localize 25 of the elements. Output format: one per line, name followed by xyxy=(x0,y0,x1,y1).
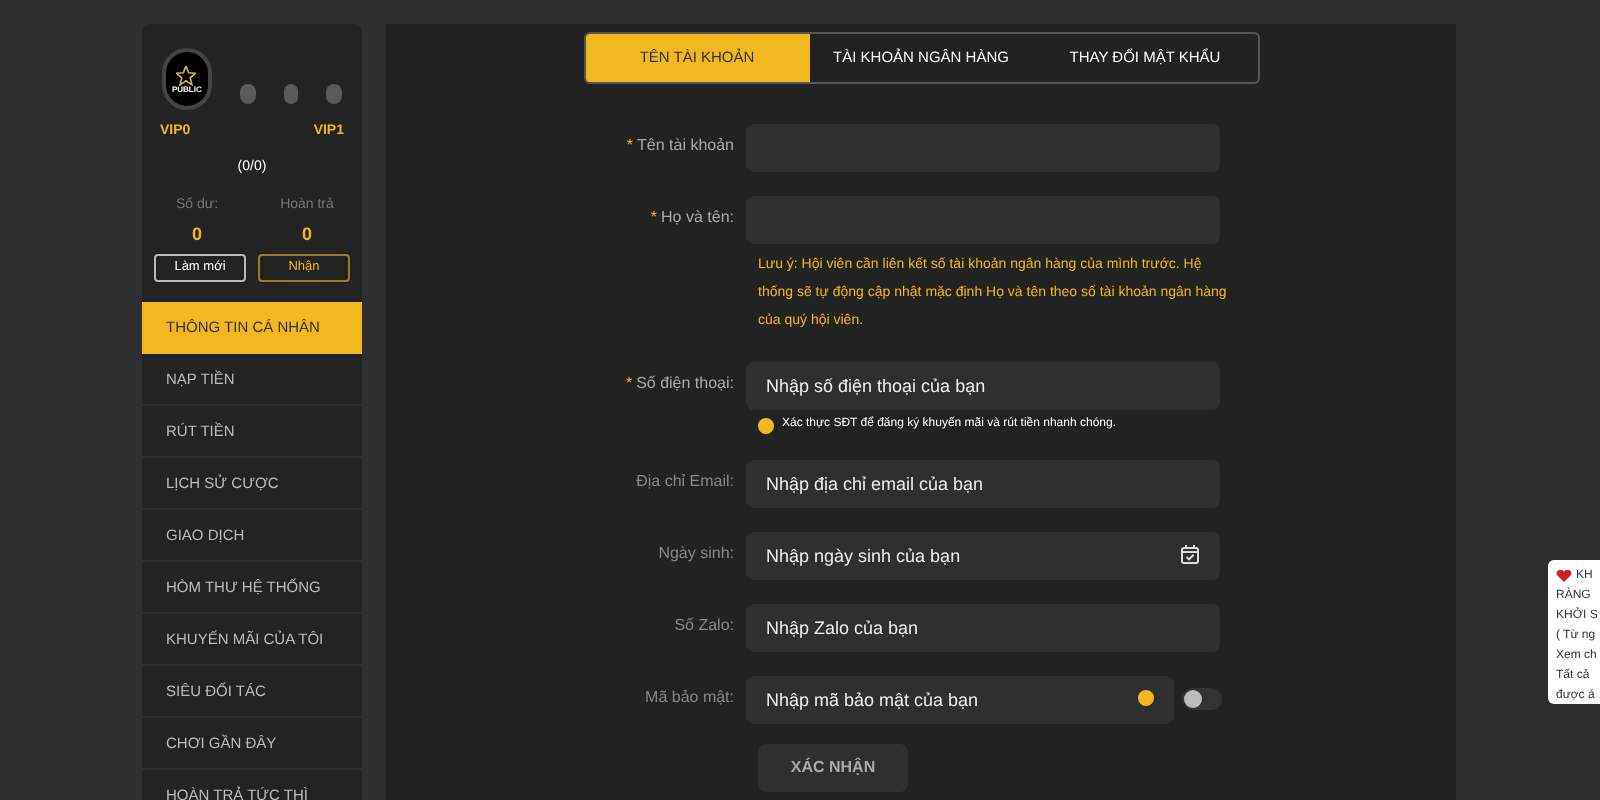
balance-value: 0 xyxy=(301,221,312,247)
label-text: Số Zalo: xyxy=(674,616,734,634)
submit-button[interactable]: XÁC NHẬN xyxy=(758,744,908,792)
label-text: Địa chỉ Email: xyxy=(636,472,734,490)
status-icon xyxy=(326,83,342,103)
input-field[interactable]: Nhập ngày sinh của bạn xyxy=(746,532,1220,580)
input-field[interactable]: Nhập Zalo của bạn xyxy=(746,604,1220,652)
status-icon xyxy=(283,83,299,103)
toggle-switch[interactable] xyxy=(1182,687,1222,709)
label-text: Số điện thoại: xyxy=(636,374,734,392)
label-text: Tên tài khoản xyxy=(637,136,734,154)
required-mark: * xyxy=(650,208,658,226)
required-mark: * xyxy=(626,136,634,154)
label-text: Họ và tên: xyxy=(661,208,734,226)
label-text: Ngày sinh: xyxy=(658,544,734,562)
input-field[interactable]: Nhập mã bảo mật của bạn xyxy=(746,676,1174,724)
input-field[interactable]: Nhập số điện thoại của bạn xyxy=(746,362,1220,410)
input-field[interactable]: Nhập địa chỉ email của bạn xyxy=(746,460,1220,508)
label-text: Mã bảo mật: xyxy=(645,688,734,706)
balance-value: 0 xyxy=(191,221,202,247)
required-mark: * xyxy=(625,374,633,392)
warning-icon xyxy=(758,417,774,433)
status-icon xyxy=(239,83,256,103)
heart-icon xyxy=(1556,570,1572,582)
calendar-icon[interactable] xyxy=(1180,544,1200,564)
